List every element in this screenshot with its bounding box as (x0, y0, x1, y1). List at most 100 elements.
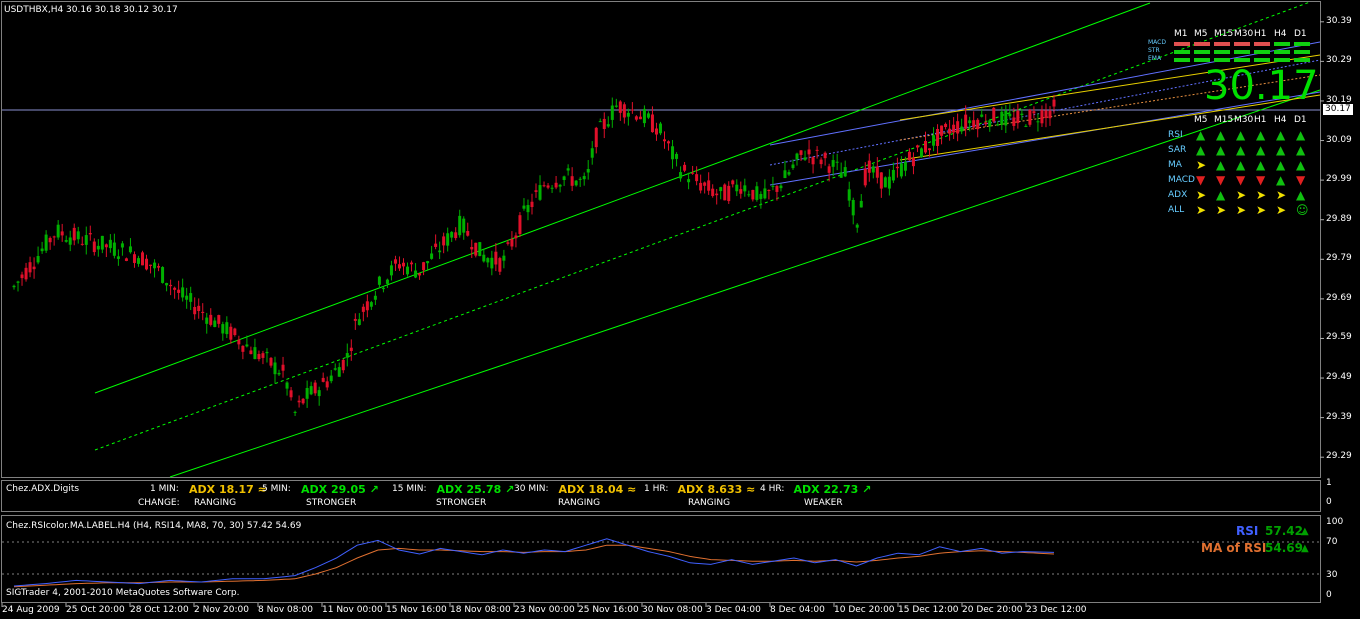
candle-body (743, 185, 747, 192)
candle-body (1028, 109, 1032, 125)
candle-body (719, 187, 723, 192)
rsi-panel-lines (2, 538, 1320, 588)
time-tick-label: 23 Nov 00:00 (514, 605, 575, 615)
candle-body (952, 124, 956, 133)
adx-change-label: CHANGE: (138, 498, 180, 508)
candle-body (711, 188, 715, 196)
candle-body (944, 123, 948, 128)
signal-up-icon: ▲ (1196, 143, 1206, 157)
candle-body (566, 168, 570, 171)
candle-body (422, 262, 426, 271)
candle-body (827, 166, 831, 173)
candle-body (349, 347, 353, 351)
signal-up-icon: ▲ (1296, 128, 1306, 142)
candle-body (68, 237, 72, 245)
candle-body (20, 274, 24, 279)
candle-body (626, 112, 630, 117)
adx-status: RANGING (558, 498, 601, 508)
adx-tf-label: 30 MIN: (514, 484, 549, 494)
candle-body (341, 359, 345, 371)
time-tick-label: 20 Dec 20:00 (962, 605, 1023, 615)
candle-body (124, 258, 128, 261)
matrix-bar (1234, 42, 1250, 46)
candle-body (658, 123, 662, 134)
matrix-row-label: SAR (1168, 145, 1187, 155)
candle-body (859, 200, 863, 208)
candle-body (237, 339, 241, 345)
candle-body (739, 189, 743, 194)
candle-body (663, 139, 667, 142)
adx-value: ADX 18.04 ≈ (558, 483, 637, 496)
candle-body (679, 172, 683, 179)
candle-body (28, 262, 32, 273)
candle-body (843, 167, 847, 177)
rsi-legend-label: RSI (1236, 524, 1259, 538)
candle-body (763, 188, 767, 199)
time-tick-label: 3 Dec 04:00 (706, 605, 761, 615)
signal-up-icon: ▲ (1236, 143, 1246, 157)
candle-body (823, 152, 827, 159)
matrix-bar (1254, 42, 1270, 46)
candle-body (225, 322, 229, 335)
signal-up-icon: ▲ (1296, 143, 1306, 157)
candle-body (136, 258, 140, 264)
candle-body (357, 319, 361, 325)
big-price-display: 30.17 (1204, 63, 1319, 109)
candle-body (598, 121, 602, 123)
candle-body (751, 189, 755, 200)
candle-body (506, 242, 510, 244)
candle-body (410, 262, 414, 265)
time-tick-label: 8 Nov 08:00 (258, 605, 313, 615)
candle-body (285, 382, 289, 389)
signal-down-icon: ▼ (1236, 173, 1246, 187)
signal-up-icon: ▲ (1216, 143, 1226, 157)
candle-body (550, 187, 554, 189)
signal-down-icon: ▼ (1296, 173, 1306, 187)
signal-up-icon: ▲ (1276, 158, 1286, 172)
matrix-tf-bottom: D1 (1294, 115, 1307, 125)
candle-body (157, 266, 161, 268)
candle-body (169, 284, 173, 287)
candle-body (1020, 113, 1024, 115)
time-tick-label: 15 Dec 12:00 (898, 605, 959, 615)
candle-body (329, 375, 333, 382)
candle-body (791, 164, 795, 169)
candle-body (353, 318, 357, 321)
matrix-bar (1194, 42, 1210, 46)
matrix-tf-top: M15 (1214, 29, 1234, 39)
candle-body (606, 124, 610, 127)
candle-body (48, 237, 52, 243)
candle-body (851, 200, 855, 216)
candle-body (654, 128, 658, 135)
candle-body (863, 168, 867, 186)
price-panel-frame (1, 1, 1321, 478)
candle-body (940, 125, 944, 136)
price-tick-label: 30.09 (1326, 134, 1352, 145)
candle-body (699, 182, 703, 191)
candle-body (835, 161, 839, 163)
candle-body (269, 357, 273, 366)
candle-body (586, 169, 590, 173)
candle-body (173, 287, 177, 290)
candle-body (490, 257, 494, 269)
candle-body (377, 276, 381, 285)
candle-body (747, 194, 751, 196)
candle-body (546, 185, 550, 188)
signal-up-icon: ▲ (1256, 143, 1266, 157)
candle-body (767, 189, 771, 191)
matrix-bar (1214, 42, 1230, 46)
candle-body (393, 259, 397, 264)
candle-body (980, 114, 984, 117)
candle-body (1012, 117, 1016, 126)
candle-body (478, 242, 482, 257)
matrix-tf-bottom: H1 (1254, 115, 1267, 125)
signal-up-icon: ▲ (1236, 128, 1246, 142)
candle-body (317, 390, 321, 397)
candle-body (558, 184, 562, 187)
candle-body (936, 128, 940, 146)
matrix-row-top-label: STR (1148, 47, 1160, 54)
candle-body (932, 135, 936, 146)
time-tick-label: 15 Nov 16:00 (386, 605, 447, 615)
matrix-row-label: MA (1168, 160, 1182, 170)
candle-body (875, 166, 879, 178)
